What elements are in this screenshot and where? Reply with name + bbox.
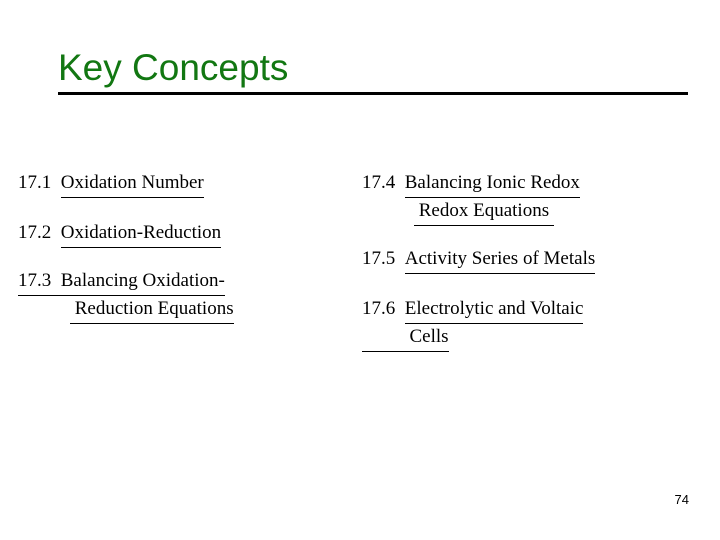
toc-item-spacer [51,220,61,246]
toc-item-17-4[interactable]: 17.4 Balancing Ionic Redox Redox Equatio… [362,170,702,226]
toc-item-link[interactable]: Balancing Ionic Redox [404,170,580,198]
toc-item-number: 17.3 [18,268,52,296]
toc-item-link[interactable]: Activity Series of Metals [404,246,596,274]
toc-item-spacer [395,170,405,196]
toc-item-17-5[interactable]: 17.5 Activity Series of Metals [362,246,702,274]
left-column: 17.1 Oxidation Number 17.2 Oxidation-Red… [18,170,348,324]
toc-item-number: 17.5 [362,248,396,269]
toc-item-link[interactable]: Electrolytic and Voltaic [404,296,584,324]
slide: Key Concepts 17.1 Oxidation Number 17.2 … [0,0,720,540]
page-title: Key Concepts [58,47,289,88]
toc-item-spacer [51,268,61,296]
toc-item-17-6[interactable]: 17.6 Electrolytic and Voltaic Cells [362,296,702,352]
toc-item-line2[interactable]: Redox Equations [362,198,702,226]
toc-item-link[interactable]: Oxidation-Reduction [60,220,222,248]
page-number: 74 [674,492,689,507]
toc-item-number: 17.6 [362,298,396,319]
toc-item-number: 17.1 [18,172,52,193]
toc-item-spacer [395,246,405,272]
toc-item-line2[interactable]: Cells [362,324,702,352]
toc-item-link-continued[interactable]: Redox Equations [414,198,554,226]
title-block: Key Concepts [58,46,688,90]
title-underline-rule [58,92,688,95]
toc-item-number: 17.4 [362,172,396,193]
toc-item-17-3[interactable]: 17.3 Balancing Oxidation- Reduction Equa… [18,268,348,324]
right-column: 17.4 Balancing Ionic Redox Redox Equatio… [362,170,702,352]
toc-item-number: 17.2 [18,222,52,243]
toc-item-link-continued[interactable]: Reduction Equations [70,296,234,324]
toc-item-17-1[interactable]: 17.1 Oxidation Number [18,170,348,198]
toc-item-line2[interactable]: Reduction Equations [18,296,348,324]
toc-item-spacer [395,296,405,322]
toc-item-spacer [51,170,61,196]
toc-item-link-continued[interactable]: Cells [362,324,449,352]
toc-item-link[interactable]: Oxidation Number [60,170,204,198]
toc-item-17-2[interactable]: 17.2 Oxidation-Reduction [18,220,348,248]
toc-item-link[interactable]: Balancing Oxidation- [60,268,225,296]
